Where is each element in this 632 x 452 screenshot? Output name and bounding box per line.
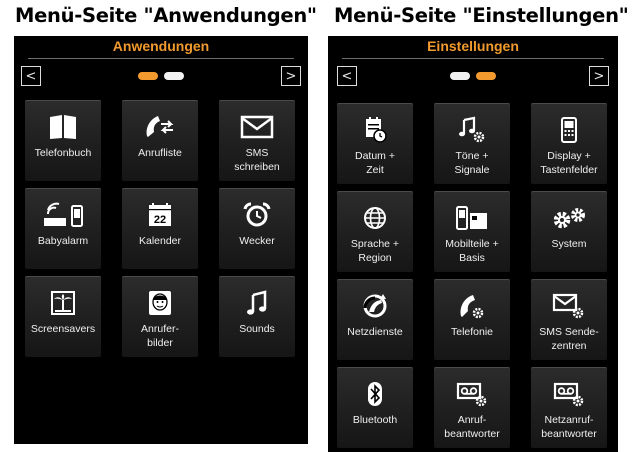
network-mailbox-icon: [531, 379, 607, 409]
telephony-icon: [434, 291, 510, 321]
page-dot-2: [164, 72, 184, 80]
tile-label: Anruf- beantworter: [444, 414, 500, 440]
screen-title: Einstellungen: [427, 38, 519, 54]
tile-label: Anrufer- bilder: [141, 323, 179, 349]
network-services-icon: [337, 291, 413, 321]
page-dot-1: [138, 72, 158, 80]
tile-kalender[interactable]: 22 Kalender: [122, 188, 198, 269]
tile-sounds[interactable]: Sounds: [219, 276, 295, 357]
tile-label: Anrufliste: [138, 147, 182, 159]
tile-label: Kalender: [138, 235, 182, 247]
tile-toene-signale[interactable]: Töne + Signale: [434, 103, 510, 184]
tile-anruferbilder[interactable]: Anrufer- bilder: [122, 276, 198, 357]
tile-sms-schreiben[interactable]: SMS schreiben: [219, 100, 295, 181]
tile-telefonbuch[interactable]: Telefonbuch: [25, 100, 101, 181]
palm-tree-icon: [25, 288, 101, 318]
screen-einstellungen: Einstellungen < > Datum + Zeit Töne + Si…: [328, 36, 618, 452]
music-note-icon: [219, 288, 295, 318]
envelope-icon: [219, 112, 295, 142]
globe-icon: [337, 203, 413, 233]
tile-wecker[interactable]: Wecker: [219, 188, 295, 269]
alarm-clock-icon: [219, 200, 295, 230]
title-divider: [28, 58, 294, 59]
tile-screensavers[interactable]: Screensavers: [25, 276, 101, 357]
page-dot-1: [450, 72, 470, 80]
tile-label: System: [551, 238, 587, 250]
face-icon: [122, 288, 198, 318]
tile-label: Datum + Zeit: [355, 150, 395, 176]
page-indicator: [14, 72, 308, 80]
gears-icon: [531, 203, 607, 233]
tile-label: Netzanruf- beantworter: [541, 414, 597, 440]
tile-mobilteile-basis[interactable]: Mobilteile + Basis: [434, 191, 510, 272]
title-divider: [342, 58, 604, 59]
tile-netzdienste[interactable]: Netzdienste: [337, 279, 413, 360]
tile-label: SMS schreiben: [234, 147, 280, 173]
page-indicator: [328, 72, 618, 80]
tile-datum-zeit[interactable]: Datum + Zeit: [337, 103, 413, 184]
tile-label: Bluetooth: [352, 414, 398, 426]
tile-label: Display + Tastenfelder: [540, 150, 598, 176]
caption-anwendungen: Menü-Seite "Anwendungen": [15, 4, 317, 27]
tile-display-tastenfelder[interactable]: Display + Tastenfelder: [531, 103, 607, 184]
answering-machine-icon: [434, 379, 510, 409]
tile-telefonie[interactable]: Telefonie: [434, 279, 510, 360]
display-icon: [531, 115, 607, 145]
caption-einstellungen: Menü-Seite "Einstellungen": [334, 4, 629, 27]
tile-label: Mobilteile + Basis: [445, 238, 499, 264]
tile-anrufliste[interactable]: Anrufliste: [122, 100, 198, 181]
tile-netzanrufbeantworter[interactable]: Netzanruf- beantworter: [531, 367, 607, 448]
phonebook-icon: [25, 112, 101, 142]
tile-sprache-region[interactable]: Sprache + Region: [337, 191, 413, 272]
calendar-day-text: 22: [154, 214, 166, 226]
screen-anwendungen: Anwendungen < > Telefonbuch Anrufliste S…: [14, 36, 308, 444]
call-list-icon: [122, 112, 198, 142]
tile-label: Töne + Signale: [454, 150, 490, 176]
tile-label: SMS Sende- zentren: [539, 326, 599, 352]
sms-center-icon: [531, 291, 607, 321]
screen-title: Anwendungen: [112, 38, 210, 54]
tile-label: Sounds: [239, 323, 275, 335]
page-dot-2: [476, 72, 496, 80]
tile-label: Telefonbuch: [34, 147, 92, 159]
tile-label: Wecker: [239, 235, 275, 247]
tile-label: Netzdienste: [347, 326, 403, 338]
tile-label: Babyalarm: [37, 235, 89, 247]
tile-label: Telefonie: [450, 326, 494, 338]
handset-base-icon: [434, 203, 510, 233]
babyalarm-icon: [25, 200, 101, 230]
calendar-icon: 22: [122, 200, 198, 230]
tile-sms-sendezentren[interactable]: SMS Sende- zentren: [531, 279, 607, 360]
tile-bluetooth[interactable]: Bluetooth: [337, 367, 413, 448]
tones-icon: [434, 115, 510, 145]
date-time-icon: [337, 115, 413, 145]
bluetooth-icon: [337, 379, 413, 409]
tile-label: Screensavers: [30, 323, 96, 335]
tile-system[interactable]: System: [531, 191, 607, 272]
tile-label: Sprache + Region: [350, 238, 400, 264]
tile-babyalarm[interactable]: Babyalarm: [25, 188, 101, 269]
tile-anrufbeantworter[interactable]: Anruf- beantworter: [434, 367, 510, 448]
